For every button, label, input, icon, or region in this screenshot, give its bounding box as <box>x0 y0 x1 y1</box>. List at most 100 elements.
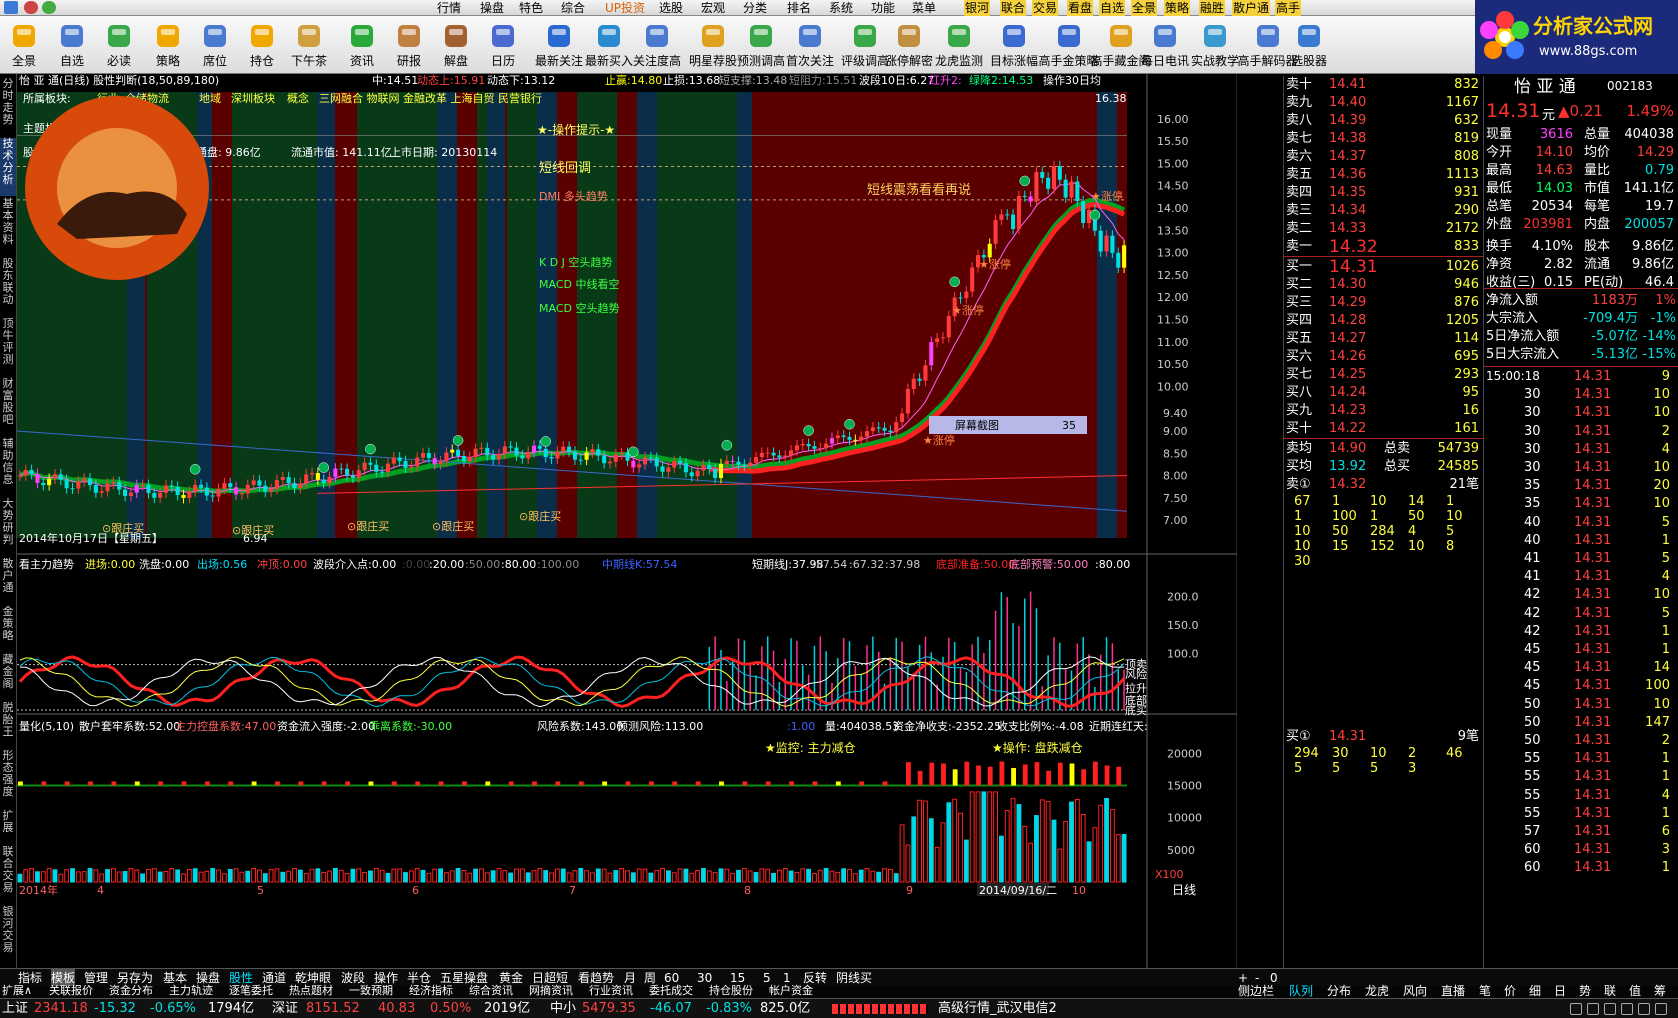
buy-level-row[interactable]: 买二 14.30 946 <box>1284 276 1483 294</box>
buy-level-row[interactable]: 买一 14.31 1026 <box>1284 258 1483 276</box>
menu-10[interactable]: 系统 <box>829 0 853 16</box>
candle-body <box>356 470 361 478</box>
buy-level-row[interactable]: 买八 14.24 95 <box>1284 384 1483 402</box>
sell-level-row[interactable]: 卖十 14.41 832 <box>1284 76 1483 94</box>
menu-button-10[interactable]: 高手 <box>1275 0 1302 16</box>
menu-1[interactable]: 行情 <box>437 0 461 16</box>
tick-price: 14.31 <box>1574 842 1612 858</box>
left-tab-14[interactable]: 扩展 <box>0 810 16 844</box>
menu-12[interactable]: 菜单 <box>912 0 936 16</box>
menu-button-5[interactable]: 自选 <box>1099 0 1126 16</box>
back-nav-icon[interactable] <box>24 1 38 14</box>
candle-body <box>596 449 601 456</box>
toolbar-27-button[interactable]: 选股器 <box>1285 18 1333 72</box>
close-icon[interactable] <box>1655 1003 1667 1015</box>
buy-level-row[interactable]: 买十 14.22 161 <box>1284 420 1483 438</box>
menu-2[interactable]: 操盘 <box>480 0 504 16</box>
tick-price: 14.31 <box>1574 369 1612 384</box>
forward-nav-icon[interactable] <box>42 1 56 14</box>
left-tab-6[interactable]: 财富股吧 <box>0 378 16 436</box>
buy-level-row[interactable]: 买四 14.28 1205 <box>1284 312 1483 330</box>
menu-11[interactable]: 功能 <box>871 0 895 16</box>
indicator-tab-25[interactable]: 阴线买 <box>836 969 872 987</box>
candle-body <box>660 466 665 472</box>
buy-level-row[interactable]: 买六 14.26 695 <box>1284 348 1483 366</box>
menu-8[interactable]: 分类 <box>743 0 767 16</box>
menu-button-8[interactable]: 融胜 <box>1199 0 1226 16</box>
settings-icon[interactable] <box>1604 1003 1616 1015</box>
signal-icon[interactable] <box>1570 1003 1582 1015</box>
sell-level-row[interactable]: 卖九 14.40 1167 <box>1284 94 1483 112</box>
left-tab-9[interactable]: 散户通 <box>0 558 16 604</box>
menu-7[interactable]: 宏观 <box>701 0 725 16</box>
left-tab-7[interactable]: 辅助信息 <box>0 438 16 496</box>
toolbar-25-icon <box>1200 19 1230 53</box>
left-tab-1[interactable]: 分时走势 <box>0 78 16 136</box>
menu-button-6[interactable]: 全景 <box>1131 0 1158 16</box>
toolbar-20-button[interactable]: 龙虎监测 <box>930 18 988 72</box>
left-tab-12[interactable]: 脱胎王 <box>0 702 16 748</box>
left-tab-11[interactable]: 藏金阁 <box>0 654 16 700</box>
sector-item[interactable]: 地域 <box>199 92 221 105</box>
left-tab-8[interactable]: 大势研判 <box>0 498 16 556</box>
toolbar-5-button[interactable]: 席位 <box>191 18 239 72</box>
buy-level-row[interactable]: 买三 14.29 876 <box>1284 294 1483 312</box>
left-tab-15[interactable]: 联合交易 <box>0 846 16 904</box>
menu-button-3[interactable]: 交易 <box>1032 0 1059 16</box>
menu-6[interactable]: 选股 <box>659 0 683 16</box>
x-axis-label: 6 <box>412 884 419 897</box>
left-tab-5[interactable]: 顶牛评测 <box>0 318 16 376</box>
sector-item[interactable]: 三网融合 物联网 金融改革 上海自贸 民营银行 <box>319 91 542 105</box>
toolbar-14-button[interactable]: 关注度高 <box>628 18 686 72</box>
left-tab-10[interactable]: 金策略 <box>0 606 16 652</box>
menu-button-2[interactable]: 联合 <box>1000 0 1027 16</box>
menu-button-9[interactable]: 散户通 <box>1232 0 1271 16</box>
flow-value: -709.4万 <box>1583 311 1638 326</box>
chat-icon[interactable] <box>1621 1003 1633 1015</box>
toolbar-7-button[interactable]: 下午茶 <box>285 18 333 72</box>
left-tab-3[interactable]: 基本资料 <box>0 198 16 256</box>
candle-body <box>362 462 367 471</box>
sell-level-row[interactable]: 卖八 14.39 632 <box>1284 112 1483 130</box>
toolbar-17-button[interactable]: 首次关注 <box>781 18 839 72</box>
left-tab-13[interactable]: 形态强度 <box>0 750 16 808</box>
buy-level-row[interactable]: 买九 14.23 16 <box>1284 402 1483 420</box>
toolbar-6-button[interactable]: 持仓 <box>238 18 286 72</box>
buy-level-row[interactable]: 买五 14.27 114 <box>1284 330 1483 348</box>
toolbar-2-button[interactable]: 自选 <box>48 18 96 72</box>
sell-level-row[interactable]: 卖六 14.37 808 <box>1284 148 1483 166</box>
menu-button-7[interactable]: 策略 <box>1164 0 1191 16</box>
sell-level-row[interactable]: 卖五 14.36 1113 <box>1284 166 1483 184</box>
menu-4[interactable]: 综合 <box>561 0 585 16</box>
toolbar-6-icon <box>247 19 277 53</box>
toolbar-4-button[interactable]: 策略 <box>144 18 192 72</box>
window-icon[interactable] <box>1638 1003 1650 1015</box>
kline-chart-area[interactable]: 16.00 15.50 15.00 14.50 14.00 13.50 13.00 12.50… <box>17 74 1237 968</box>
sell-level-row[interactable]: 卖三 14.34 290 <box>1284 202 1483 220</box>
queue-cell: 284 <box>1370 524 1395 539</box>
toolbar-1-button[interactable]: 全景 <box>0 18 48 72</box>
toolbar-8-button[interactable]: 资讯 <box>338 18 386 72</box>
sell-level-row[interactable]: 卖四 14.35 931 <box>1284 184 1483 202</box>
sector-item[interactable]: 概念 <box>287 91 309 105</box>
sell-level-row[interactable]: 卖二 14.33 2172 <box>1284 220 1483 238</box>
sell-level-row[interactable]: 卖七 14.38 819 <box>1284 130 1483 148</box>
left-tab-4[interactable]: 股东联动 <box>0 258 16 316</box>
menu-5[interactable]: UP投资 <box>605 0 645 16</box>
sell-level-row[interactable]: 卖一 14.32 833 <box>1284 238 1483 256</box>
menu-9[interactable]: 排名 <box>787 0 811 16</box>
toolbar-11-button[interactable]: 日历 <box>479 18 527 72</box>
left-tab-2[interactable]: 技术分析 <box>0 138 16 196</box>
volume-bar <box>484 872 490 883</box>
left-tab-16[interactable]: 银河交易 <box>0 906 16 964</box>
menu-3[interactable]: 特色 <box>519 0 543 16</box>
sector-item[interactable]: 深圳板块 <box>231 91 275 105</box>
toolbar-9-button[interactable]: 研报 <box>385 18 433 72</box>
capital-flow-row: 大宗流入 -709.4万 -1% <box>1484 310 1678 328</box>
toolbar-3-button[interactable]: 必读 <box>95 18 143 72</box>
buy-level-row[interactable]: 买七 14.25 293 <box>1284 366 1483 384</box>
toolbar-10-button[interactable]: 解盘 <box>432 18 480 72</box>
menu-button-1[interactable]: 银河 <box>964 0 991 16</box>
alert-icon[interactable] <box>1587 1003 1599 1015</box>
menu-button-4[interactable]: 看盘 <box>1067 0 1094 16</box>
